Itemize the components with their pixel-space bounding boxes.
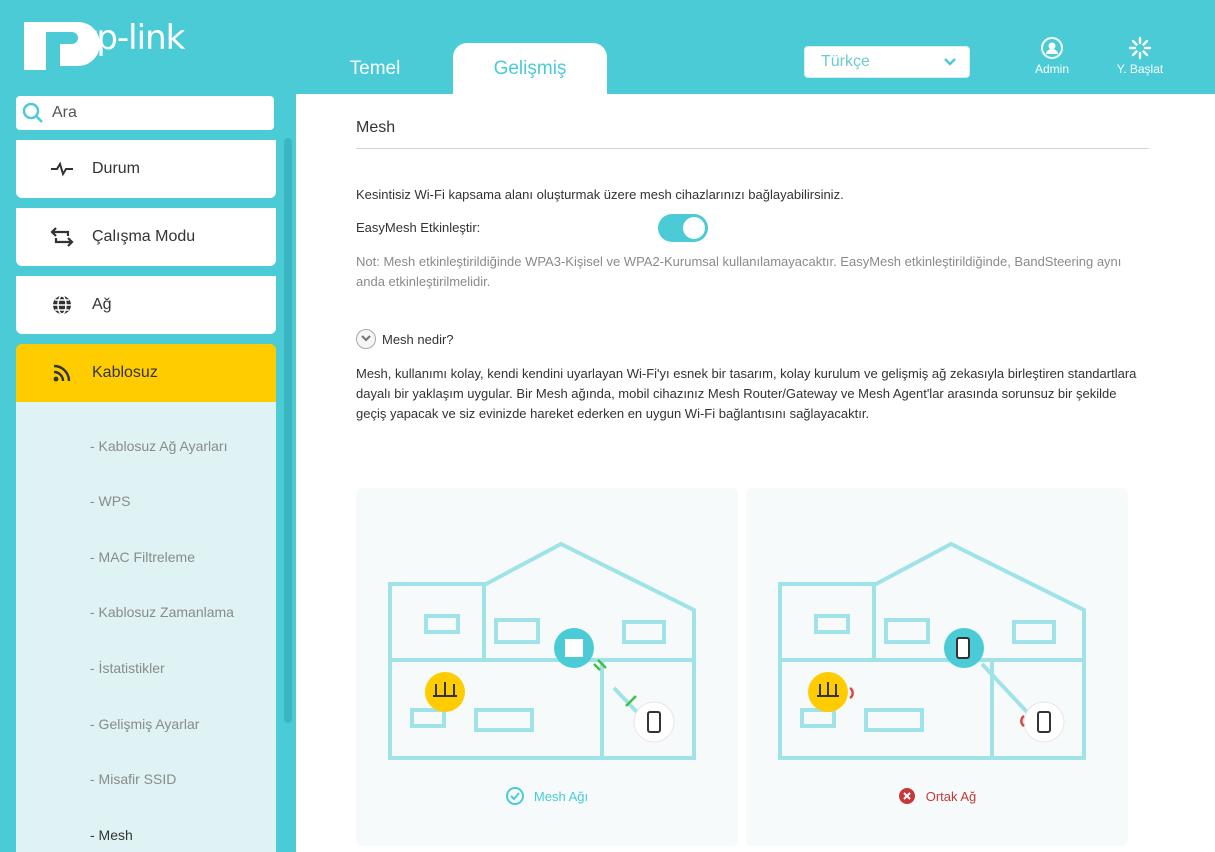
submenu-advanced-settings[interactable]: - Gelişmiş Ayarlar xyxy=(90,716,199,732)
x-circle-icon xyxy=(898,787,916,805)
search-icon xyxy=(22,102,43,123)
what-is-mesh-toggle[interactable]: Mesh nedir? xyxy=(356,329,454,349)
toggle-knob xyxy=(683,217,705,239)
sidebar-item-wireless[interactable]: Kablosuz xyxy=(16,344,276,402)
wireless-submenu: - Kablosuz Ağ Ayarları - WPS - MAC Filtr… xyxy=(16,402,276,852)
admin-label: Admin xyxy=(1034,62,1069,76)
submenu-guest-ssid[interactable]: - Misafir SSID xyxy=(90,771,176,787)
common-network-caption: Ortak Ağ xyxy=(746,787,1128,805)
common-network-card: Ortak Ağ xyxy=(746,488,1128,846)
mesh-network-card: Mesh Ağı xyxy=(356,488,738,846)
main-panel: Mesh Kesintisiz Wi-Fi kapsama alanı oluş… xyxy=(296,94,1215,852)
chevron-down-icon xyxy=(944,58,956,66)
sidebar-item-label: Kablosuz xyxy=(92,364,158,381)
easymesh-label: EasyMesh Etkinleştir: xyxy=(356,220,481,235)
what-is-mesh-label: Mesh nedir? xyxy=(382,331,454,347)
mesh-network-caption: Mesh Ağı xyxy=(356,787,738,805)
mesh-note: Not: Mesh etkinleştirildiğinde WPA3-Kişi… xyxy=(356,254,1122,289)
submenu-wps[interactable]: - WPS xyxy=(90,493,130,509)
sidebar-item-operation-mode[interactable]: Çalışma Modu xyxy=(16,208,276,266)
tab-basic[interactable]: Temel xyxy=(330,44,420,94)
mesh-explanation: Mesh, kullanımı kolay, kendi kendini uya… xyxy=(356,366,1137,421)
admin-button[interactable]: Admin xyxy=(1017,36,1087,76)
common-network-label: Ortak Ağ xyxy=(925,788,977,804)
sidebar-item-network[interactable]: Ağ xyxy=(16,276,276,334)
search-box[interactable]: Ara xyxy=(16,96,274,130)
globe-icon xyxy=(50,293,74,317)
mode-switch-icon xyxy=(50,225,74,249)
reboot-button[interactable]: Y. Başlat xyxy=(1105,36,1175,76)
title-divider xyxy=(356,148,1149,149)
reboot-label: Y. Başlat xyxy=(1116,62,1164,76)
submenu-statistics[interactable]: - İstatistikler xyxy=(90,660,165,676)
language-value: Türkçe xyxy=(821,53,870,70)
sidebar-item-label: Durum xyxy=(92,160,141,177)
sidebar: Ara Durum Çalışma Modu Ağ Kablosuz - Kab… xyxy=(0,94,296,852)
submenu-wireless-settings[interactable]: - Kablosuz Ağ Ayarları xyxy=(90,438,227,454)
common-house-illustration xyxy=(778,541,1086,760)
language-select[interactable]: Türkçe xyxy=(804,46,970,78)
chevron-down-icon xyxy=(356,329,376,349)
page-title: Mesh xyxy=(356,119,396,136)
search-placeholder: Ara xyxy=(52,104,77,121)
submenu-mesh[interactable]: - Mesh xyxy=(90,827,133,843)
check-circle-icon xyxy=(505,787,524,805)
sidebar-scrollbar[interactable] xyxy=(284,138,292,723)
sidebar-item-status[interactable]: Durum xyxy=(16,140,276,198)
logo-text: tp-link xyxy=(84,18,185,58)
tab-advanced[interactable]: Gelişmiş xyxy=(453,43,607,95)
admin-icon xyxy=(1041,37,1063,59)
pulse-icon xyxy=(50,157,74,181)
wifi-icon xyxy=(50,361,74,385)
reboot-spinner-icon xyxy=(1128,36,1152,60)
sidebar-item-label: Çalışma Modu xyxy=(92,228,196,245)
sidebar-item-label: Ağ xyxy=(92,296,112,313)
mesh-network-label: Mesh Ağı xyxy=(533,788,589,804)
easymesh-toggle[interactable] xyxy=(658,214,708,242)
mesh-house-illustration xyxy=(388,541,696,760)
mesh-description: Kesintisiz Wi-Fi kapsama alanı oluşturma… xyxy=(356,187,844,202)
submenu-wireless-schedule[interactable]: - Kablosuz Zamanlama xyxy=(90,604,234,620)
submenu-mac-filtering[interactable]: - MAC Filtreleme xyxy=(90,549,195,565)
